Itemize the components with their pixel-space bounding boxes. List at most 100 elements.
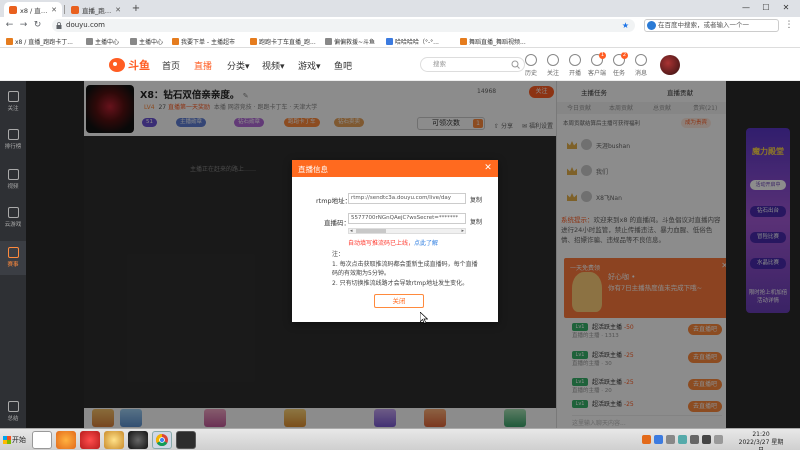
- camera-icon: [569, 54, 581, 66]
- client-button[interactable]: 客户端 1: [587, 52, 607, 77]
- forward-button[interactable]: →: [17, 19, 30, 32]
- user-avatar[interactable]: [660, 55, 680, 75]
- bookmark-favicon-icon: [460, 37, 467, 45]
- minimize-button[interactable]: —: [736, 2, 756, 14]
- bookmark-label: x8 / 直播_跑跑卡丁...: [15, 38, 73, 46]
- side-search-placeholder: 在百度中搜索，或者输入一个一: [658, 21, 749, 29]
- bookmark-item[interactable]: 主播中心: [130, 35, 163, 47]
- rail-ranking[interactable]: 排行榜: [0, 129, 26, 150]
- bookmarks-bar: x8 / 直播_跑跑卡丁... 主播中心 主播中心 我要下单 - 主播超市 跑跑…: [0, 34, 800, 48]
- browser-menu-icon[interactable]: ⋮: [783, 19, 795, 32]
- browser-tab-bar: x8 / 直播_跑跑卡丁车直播_斗鱼直... ✕ 直播_跑跑卡丁车直播 ✕ + …: [0, 0, 800, 17]
- rail-video[interactable]: 视频: [0, 169, 26, 190]
- search-placeholder: 搜索: [433, 60, 446, 68]
- dialog-close-button[interactable]: 关闭: [374, 294, 424, 308]
- douyu-logo[interactable]: 斗鱼: [108, 55, 153, 74]
- bookmark-item[interactable]: 哈哈哈哈（°-°...: [386, 35, 439, 47]
- window-close-button[interactable]: ✕: [776, 2, 796, 14]
- bookmark-favicon-icon: [86, 37, 93, 45]
- tab-close-icon[interactable]: ✕: [51, 6, 57, 14]
- site-search-input[interactable]: 搜索: [420, 57, 525, 72]
- bookmark-favicon-icon: [250, 37, 257, 45]
- rail-summary[interactable]: 总结: [0, 401, 26, 422]
- volume-icon[interactable]: [690, 435, 699, 444]
- baidu-icon: [647, 21, 656, 30]
- nav-home[interactable]: 首页: [162, 59, 180, 72]
- copy-rtmp-button[interactable]: 复制: [470, 195, 482, 204]
- obs-icon[interactable]: [128, 431, 148, 449]
- bookmark-item[interactable]: 舞蹈直播_舞蹈视频...: [460, 35, 526, 47]
- dialog-close-icon[interactable]: ✕: [482, 162, 494, 174]
- system-clock[interactable]: 21:202022/3/27 星期日: [736, 431, 786, 450]
- tray-icon[interactable]: [678, 435, 687, 444]
- rail-follow[interactable]: 关注: [0, 91, 26, 112]
- bookmark-item[interactable]: x8 / 直播_跑跑卡丁...: [6, 35, 73, 47]
- bookmark-favicon-icon: [6, 37, 13, 45]
- bookmark-item[interactable]: 主播中心: [86, 35, 119, 47]
- rail-events[interactable]: 赛事: [0, 241, 26, 275]
- nav-yuba[interactable]: 鱼吧: [334, 59, 352, 72]
- learn-more-link[interactable]: 点此了解: [414, 240, 438, 247]
- nav-games[interactable]: 游戏▾: [298, 59, 321, 72]
- bookmark-label: 跑跑卡丁车直播_跑...: [259, 38, 316, 46]
- netease-music-icon[interactable]: [80, 431, 100, 449]
- tray-icon[interactable]: [654, 435, 663, 444]
- reload-button[interactable]: ↻: [31, 19, 44, 32]
- tray-icon[interactable]: [642, 435, 651, 444]
- rail-cloud-game[interactable]: 云游戏: [0, 207, 26, 228]
- tab-title: 直播_跑跑卡丁车直播: [82, 6, 112, 15]
- tasks-button[interactable]: 任务 2: [609, 52, 629, 77]
- side-search-box[interactable]: 在百度中搜索，或者输入一个一: [644, 19, 779, 32]
- address-bar[interactable]: douyu.com ★: [52, 19, 635, 32]
- nav-live[interactable]: 直播: [194, 59, 212, 72]
- chrome-icon[interactable]: [152, 431, 172, 449]
- scroll-left-icon[interactable]: ◂: [350, 228, 353, 234]
- code-field-scrollbar[interactable]: ◂ ▸: [348, 228, 466, 234]
- scroll-thumb[interactable]: [356, 229, 386, 233]
- go-live-button[interactable]: 开播: [565, 54, 585, 77]
- douyu-favicon-icon: [9, 5, 17, 14]
- bookmark-star-icon[interactable]: ★: [622, 19, 629, 32]
- network-icon[interactable]: [702, 435, 711, 444]
- scroll-right-icon[interactable]: ▸: [461, 228, 464, 234]
- browser-toolbar: ← → ↻ douyu.com ★ 在百度中搜索，或者输入一个一 ⋮: [0, 17, 800, 34]
- start-button[interactable]: 开始: [2, 432, 28, 448]
- client-badge: 1: [599, 52, 606, 59]
- doc-icon: [7, 401, 19, 412]
- bookmark-item[interactable]: 跑跑卡丁车直播_跑...: [250, 35, 316, 47]
- bookmark-item[interactable]: 我要下单 - 主播超市: [172, 35, 235, 47]
- browser-tab-active[interactable]: x8 / 直播_跑跑卡丁车直播_斗鱼直... ✕: [4, 2, 62, 17]
- taskbar-app-icon[interactable]: [32, 431, 52, 449]
- rtmp-address-field[interactable]: rtmp://sendtc3a.douyu.com/live/day: [348, 193, 466, 204]
- browser-tab[interactable]: 直播_跑跑卡丁车直播 ✕: [66, 2, 126, 17]
- messages-button[interactable]: 消息: [631, 54, 651, 77]
- maximize-button[interactable]: ☐: [756, 2, 776, 14]
- copy-code-button[interactable]: 复制: [470, 217, 482, 226]
- cup-icon: [7, 247, 19, 258]
- bookmark-item[interactable]: 偏偏救援~斗鱼: [325, 35, 375, 47]
- history-button[interactable]: 历史: [521, 54, 541, 77]
- taskbar-app-icon[interactable]: [56, 431, 76, 449]
- tab-close-icon[interactable]: ✕: [115, 6, 121, 14]
- bookmark-label: 哈哈哈哈（°-°...: [395, 38, 439, 46]
- dialog-header: 直播信息 ✕: [292, 160, 498, 177]
- nav-video[interactable]: 视频▾: [262, 59, 285, 72]
- video-icon: [7, 169, 19, 180]
- tray-icon[interactable]: [714, 435, 723, 444]
- mouse-cursor-icon: [420, 312, 428, 324]
- lock-icon: [56, 22, 62, 29]
- taskbar-app-icon[interactable]: [104, 431, 124, 449]
- follow-list-button[interactable]: 关注: [543, 54, 563, 77]
- search-icon[interactable]: [511, 60, 520, 69]
- nav-category[interactable]: 分类▾: [227, 59, 250, 72]
- new-tab-button[interactable]: +: [130, 3, 142, 15]
- taskbar-app-icon[interactable]: [176, 431, 196, 449]
- stream-code-field[interactable]: 5577700rNGnQAejC?wsSecret=*******: [348, 213, 466, 224]
- back-button[interactable]: ←: [3, 19, 16, 32]
- svg-text:斗鱼: 斗鱼: [128, 58, 150, 72]
- bookmark-favicon-icon: [130, 37, 137, 45]
- windows-taskbar: 开始 21:202022/3/27 星期日: [0, 428, 800, 450]
- left-rail: 关注 排行榜 视频 云游戏 赛事 总结: [0, 81, 26, 428]
- auto-fill-notice: 自动填写推流码已上线，点此了解: [348, 240, 439, 247]
- tray-icon[interactable]: [666, 435, 675, 444]
